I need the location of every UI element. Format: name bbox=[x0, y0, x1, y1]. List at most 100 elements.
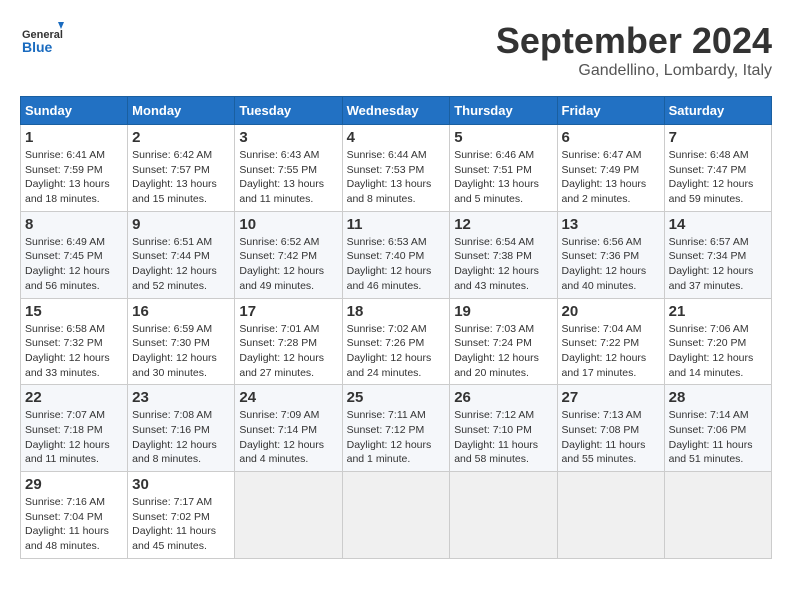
table-row bbox=[235, 472, 342, 559]
day-info: Sunrise: 6:49 AM Sunset: 7:45 PM Dayligh… bbox=[25, 235, 123, 294]
table-row: 11 Sunrise: 6:53 AM Sunset: 7:40 PM Dayl… bbox=[342, 211, 450, 298]
day-info: Sunrise: 6:54 AM Sunset: 7:38 PM Dayligh… bbox=[454, 235, 552, 294]
day-number: 2 bbox=[132, 129, 230, 146]
table-row: 27 Sunrise: 7:13 AM Sunset: 7:08 PM Dayl… bbox=[557, 385, 664, 472]
table-row: 6 Sunrise: 6:47 AM Sunset: 7:49 PM Dayli… bbox=[557, 125, 664, 212]
table-row: 25 Sunrise: 7:11 AM Sunset: 7:12 PM Dayl… bbox=[342, 385, 450, 472]
day-info: Sunrise: 6:51 AM Sunset: 7:44 PM Dayligh… bbox=[132, 235, 230, 294]
day-info: Sunrise: 6:53 AM Sunset: 7:40 PM Dayligh… bbox=[347, 235, 446, 294]
header-friday: Friday bbox=[557, 97, 664, 125]
day-number: 27 bbox=[562, 389, 660, 406]
day-number: 21 bbox=[669, 303, 767, 320]
calendar-week-row: 8 Sunrise: 6:49 AM Sunset: 7:45 PM Dayli… bbox=[21, 211, 772, 298]
table-row: 28 Sunrise: 7:14 AM Sunset: 7:06 PM Dayl… bbox=[664, 385, 771, 472]
day-info: Sunrise: 7:07 AM Sunset: 7:18 PM Dayligh… bbox=[25, 408, 123, 467]
table-row: 30 Sunrise: 7:17 AM Sunset: 7:02 PM Dayl… bbox=[128, 472, 235, 559]
table-row: 21 Sunrise: 7:06 AM Sunset: 7:20 PM Dayl… bbox=[664, 298, 771, 385]
table-row: 17 Sunrise: 7:01 AM Sunset: 7:28 PM Dayl… bbox=[235, 298, 342, 385]
day-info: Sunrise: 6:47 AM Sunset: 7:49 PM Dayligh… bbox=[562, 148, 660, 207]
day-number: 20 bbox=[562, 303, 660, 320]
day-number: 28 bbox=[669, 389, 767, 406]
day-number: 24 bbox=[239, 389, 337, 406]
day-info: Sunrise: 7:01 AM Sunset: 7:28 PM Dayligh… bbox=[239, 322, 337, 381]
day-number: 13 bbox=[562, 216, 660, 233]
day-info: Sunrise: 7:06 AM Sunset: 7:20 PM Dayligh… bbox=[669, 322, 767, 381]
day-number: 16 bbox=[132, 303, 230, 320]
day-number: 26 bbox=[454, 389, 552, 406]
day-info: Sunrise: 6:48 AM Sunset: 7:47 PM Dayligh… bbox=[669, 148, 767, 207]
day-info: Sunrise: 6:52 AM Sunset: 7:42 PM Dayligh… bbox=[239, 235, 337, 294]
table-row: 14 Sunrise: 6:57 AM Sunset: 7:34 PM Dayl… bbox=[664, 211, 771, 298]
table-row: 22 Sunrise: 7:07 AM Sunset: 7:18 PM Dayl… bbox=[21, 385, 128, 472]
table-row: 2 Sunrise: 6:42 AM Sunset: 7:57 PM Dayli… bbox=[128, 125, 235, 212]
day-number: 18 bbox=[347, 303, 446, 320]
table-row: 3 Sunrise: 6:43 AM Sunset: 7:55 PM Dayli… bbox=[235, 125, 342, 212]
table-row: 13 Sunrise: 6:56 AM Sunset: 7:36 PM Dayl… bbox=[557, 211, 664, 298]
day-number: 7 bbox=[669, 129, 767, 146]
day-number: 15 bbox=[25, 303, 123, 320]
day-number: 6 bbox=[562, 129, 660, 146]
table-row: 26 Sunrise: 7:12 AM Sunset: 7:10 PM Dayl… bbox=[450, 385, 557, 472]
day-number: 22 bbox=[25, 389, 123, 406]
day-number: 30 bbox=[132, 476, 230, 493]
calendar-header-row: Sunday Monday Tuesday Wednesday Thursday… bbox=[21, 97, 772, 125]
day-info: Sunrise: 7:13 AM Sunset: 7:08 PM Dayligh… bbox=[562, 408, 660, 467]
day-number: 9 bbox=[132, 216, 230, 233]
header-thursday: Thursday bbox=[450, 97, 557, 125]
table-row bbox=[342, 472, 450, 559]
table-row: 18 Sunrise: 7:02 AM Sunset: 7:26 PM Dayl… bbox=[342, 298, 450, 385]
day-number: 23 bbox=[132, 389, 230, 406]
day-info: Sunrise: 6:58 AM Sunset: 7:32 PM Dayligh… bbox=[25, 322, 123, 381]
table-row: 29 Sunrise: 7:16 AM Sunset: 7:04 PM Dayl… bbox=[21, 472, 128, 559]
day-number: 4 bbox=[347, 129, 446, 146]
day-number: 17 bbox=[239, 303, 337, 320]
day-info: Sunrise: 6:43 AM Sunset: 7:55 PM Dayligh… bbox=[239, 148, 337, 207]
table-row: 16 Sunrise: 6:59 AM Sunset: 7:30 PM Dayl… bbox=[128, 298, 235, 385]
calendar-week-row: 29 Sunrise: 7:16 AM Sunset: 7:04 PM Dayl… bbox=[21, 472, 772, 559]
table-row: 10 Sunrise: 6:52 AM Sunset: 7:42 PM Dayl… bbox=[235, 211, 342, 298]
table-row: 8 Sunrise: 6:49 AM Sunset: 7:45 PM Dayli… bbox=[21, 211, 128, 298]
day-info: Sunrise: 7:04 AM Sunset: 7:22 PM Dayligh… bbox=[562, 322, 660, 381]
svg-text:Blue: Blue bbox=[22, 39, 53, 55]
table-row: 15 Sunrise: 6:58 AM Sunset: 7:32 PM Dayl… bbox=[21, 298, 128, 385]
table-row: 23 Sunrise: 7:08 AM Sunset: 7:16 PM Dayl… bbox=[128, 385, 235, 472]
day-info: Sunrise: 6:42 AM Sunset: 7:57 PM Dayligh… bbox=[132, 148, 230, 207]
table-row: 20 Sunrise: 7:04 AM Sunset: 7:22 PM Dayl… bbox=[557, 298, 664, 385]
header-tuesday: Tuesday bbox=[235, 97, 342, 125]
table-row: 24 Sunrise: 7:09 AM Sunset: 7:14 PM Dayl… bbox=[235, 385, 342, 472]
day-number: 12 bbox=[454, 216, 552, 233]
day-info: Sunrise: 7:08 AM Sunset: 7:16 PM Dayligh… bbox=[132, 408, 230, 467]
page-header: General Blue September 2024 Gandellino, … bbox=[20, 20, 772, 80]
header-saturday: Saturday bbox=[664, 97, 771, 125]
day-number: 29 bbox=[25, 476, 123, 493]
table-row: 9 Sunrise: 6:51 AM Sunset: 7:44 PM Dayli… bbox=[128, 211, 235, 298]
day-info: Sunrise: 6:41 AM Sunset: 7:59 PM Dayligh… bbox=[25, 148, 123, 207]
table-row: 1 Sunrise: 6:41 AM Sunset: 7:59 PM Dayli… bbox=[21, 125, 128, 212]
table-row: 5 Sunrise: 6:46 AM Sunset: 7:51 PM Dayli… bbox=[450, 125, 557, 212]
table-row: 19 Sunrise: 7:03 AM Sunset: 7:24 PM Dayl… bbox=[450, 298, 557, 385]
day-info: Sunrise: 7:12 AM Sunset: 7:10 PM Dayligh… bbox=[454, 408, 552, 467]
day-number: 11 bbox=[347, 216, 446, 233]
day-info: Sunrise: 6:59 AM Sunset: 7:30 PM Dayligh… bbox=[132, 322, 230, 381]
day-number: 8 bbox=[25, 216, 123, 233]
logo-svg: General Blue bbox=[20, 20, 64, 64]
location-title: Gandellino, Lombardy, Italy bbox=[496, 62, 772, 80]
day-info: Sunrise: 7:14 AM Sunset: 7:06 PM Dayligh… bbox=[669, 408, 767, 467]
day-number: 3 bbox=[239, 129, 337, 146]
day-info: Sunrise: 7:09 AM Sunset: 7:14 PM Dayligh… bbox=[239, 408, 337, 467]
calendar-week-row: 22 Sunrise: 7:07 AM Sunset: 7:18 PM Dayl… bbox=[21, 385, 772, 472]
day-info: Sunrise: 7:03 AM Sunset: 7:24 PM Dayligh… bbox=[454, 322, 552, 381]
day-info: Sunrise: 7:02 AM Sunset: 7:26 PM Dayligh… bbox=[347, 322, 446, 381]
title-block: September 2024 Gandellino, Lombardy, Ita… bbox=[496, 20, 772, 80]
day-number: 10 bbox=[239, 216, 337, 233]
day-info: Sunrise: 7:16 AM Sunset: 7:04 PM Dayligh… bbox=[25, 495, 123, 554]
day-info: Sunrise: 6:46 AM Sunset: 7:51 PM Dayligh… bbox=[454, 148, 552, 207]
day-number: 19 bbox=[454, 303, 552, 320]
day-info: Sunrise: 7:17 AM Sunset: 7:02 PM Dayligh… bbox=[132, 495, 230, 554]
calendar-table: Sunday Monday Tuesday Wednesday Thursday… bbox=[20, 96, 772, 559]
month-title: September 2024 bbox=[496, 20, 772, 62]
header-sunday: Sunday bbox=[21, 97, 128, 125]
day-info: Sunrise: 7:11 AM Sunset: 7:12 PM Dayligh… bbox=[347, 408, 446, 467]
day-number: 5 bbox=[454, 129, 552, 146]
table-row: 12 Sunrise: 6:54 AM Sunset: 7:38 PM Dayl… bbox=[450, 211, 557, 298]
